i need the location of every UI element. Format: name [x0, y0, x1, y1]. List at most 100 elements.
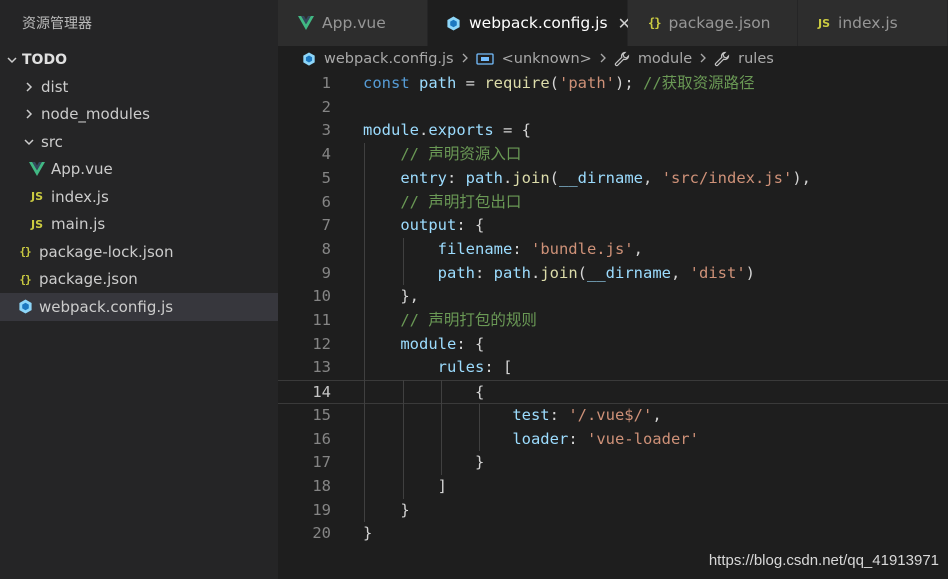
tree-item-index-js[interactable]: JS index.js [0, 183, 278, 211]
code-token: = [456, 74, 485, 92]
tree-item-main-js[interactable]: JS main.js [0, 211, 278, 239]
chevron-right-icon [598, 52, 608, 67]
breadcrumb-file[interactable]: webpack.config.js [324, 51, 454, 67]
watermark: https://blog.csdn.net/qq_41913971 [708, 552, 939, 569]
line-code: } [363, 522, 372, 546]
code-token: . [419, 121, 429, 140]
code-token: = { [493, 121, 531, 140]
code-token: : [512, 239, 531, 258]
line-number: 8 [321, 239, 331, 258]
code-token: . [530, 263, 541, 282]
line-code: // 声明打包出口 [363, 191, 521, 215]
line-code: test: '/.vue$/', [363, 404, 661, 428]
tab-label: package.json [668, 14, 771, 32]
tab-package-json[interactable]: {} package.json [628, 0, 798, 46]
tree-item-webpack-config-js[interactable]: webpack.config.js [0, 293, 278, 321]
breadcrumb: webpack.config.js <unknown> module rules [278, 46, 948, 72]
vue-icon [298, 16, 314, 30]
code-token: : [549, 405, 569, 424]
js-icon: JS [818, 16, 831, 30]
code-token: 'vue-loader' [586, 429, 699, 448]
code-line[interactable]: 11 // 声明打包的规则 [278, 309, 948, 333]
code-token: ] [363, 476, 447, 495]
tab-label: index.js [838, 14, 898, 32]
webpack-icon [302, 52, 316, 66]
line-code: entry: path.join(__dirname, 'src/index.j… [363, 167, 811, 191]
code-line[interactable]: 8 filename: 'bundle.js', [278, 238, 948, 262]
line-number: 3 [321, 121, 331, 140]
code-token: join [540, 263, 578, 282]
code-line[interactable]: 2 [278, 96, 948, 120]
line-number: 7 [321, 216, 331, 235]
tree-item-label: node_modules [41, 105, 150, 124]
code-line[interactable]: 14 { [278, 380, 948, 404]
breadcrumb-symbol[interactable]: <unknown> [502, 51, 592, 67]
code-token: : [568, 429, 587, 448]
line-number: 12 [312, 334, 331, 353]
workspace-name: TODO [22, 51, 67, 68]
js-icon: JS [30, 217, 43, 231]
line-number: 11 [312, 311, 331, 329]
indent-guide [364, 143, 365, 523]
code-line[interactable]: 19 } [278, 499, 948, 523]
workspace-section-header[interactable]: TODO [0, 46, 278, 73]
code-line[interactable]: 7 output: { [278, 214, 948, 238]
breadcrumb-property-module[interactable]: module [638, 51, 692, 67]
tab-label: webpack.config.js [469, 14, 608, 32]
tab-index-js[interactable]: JS index.js [798, 0, 948, 46]
indent-guide [403, 380, 404, 499]
code-line[interactable]: 10 }, [278, 285, 948, 309]
code-token: } [363, 453, 485, 472]
code-line[interactable]: 13 rules: [ [278, 356, 948, 380]
tree-item-dist[interactable]: dist [0, 73, 278, 101]
tree-item-package-json[interactable]: {} package.json [0, 266, 278, 294]
code-line[interactable]: 5 entry: path.join(__dirname, 'src/index… [278, 167, 948, 191]
tree-item-label: webpack.config.js [39, 297, 174, 316]
line-number: 16 [312, 429, 331, 448]
line-code: loader: 'vue-loader' [363, 428, 699, 452]
tab-app-vue[interactable]: App.vue [278, 0, 428, 46]
tab-webpack-config-js[interactable]: webpack.config.js ✕ [428, 0, 631, 46]
tree-item-src[interactable]: src [0, 128, 278, 156]
code-line[interactable]: 9 path: path.join(__dirname, 'dist') [278, 262, 948, 286]
chevron-down-icon [3, 54, 20, 66]
code-token: // 声明打包出口 [400, 192, 522, 211]
line-code: // 声明资源入口 [363, 143, 521, 167]
line-number: 19 [312, 500, 331, 519]
code-token: path [437, 263, 475, 282]
code-line[interactable]: 15 test: '/.vue$/', [278, 404, 948, 428]
code-token: '/.vue$/' [568, 405, 653, 424]
breadcrumb-property-rules[interactable]: rules [738, 51, 774, 67]
code-line[interactable]: 16 loader: 'vue-loader' [278, 428, 948, 452]
line-number: 5 [321, 168, 331, 187]
code-token: , [633, 239, 643, 258]
tree-item-package-lock-json[interactable]: {} package-lock.json [0, 238, 278, 266]
code-token: loader [512, 429, 569, 448]
code-line[interactable]: 20} [278, 522, 948, 546]
code-line[interactable]: 18 ] [278, 475, 948, 499]
code-line[interactable]: 3 module.exports = { [278, 119, 948, 143]
indent-guide [403, 237, 404, 286]
tree-item-label: main.js [51, 215, 106, 234]
code-editor[interactable]: 1 const path = require('path'); //获取资源路径 2… [278, 72, 948, 579]
code-token: ) [745, 263, 756, 282]
line-code: output: { [363, 214, 484, 238]
code-token: __dirname [587, 263, 671, 282]
line-code: } [363, 451, 484, 475]
code-line[interactable]: 17 } [278, 451, 948, 475]
code-token: exports [428, 121, 494, 140]
tree-item-app-vue[interactable]: App.vue [0, 156, 278, 184]
line-number: 18 [312, 476, 331, 495]
code-line[interactable]: 1 const path = require('path'); //获取资源路径 [278, 72, 948, 96]
code-line[interactable]: 6 // 声明打包出口 [278, 191, 948, 215]
code-line[interactable]: 12 module: { [278, 333, 948, 357]
code-line[interactable]: 4 // 声明资源入口 [278, 143, 948, 167]
tree-item-node-modules[interactable]: node_modules [0, 101, 278, 129]
code-token: //获取资源路径 [643, 74, 755, 92]
